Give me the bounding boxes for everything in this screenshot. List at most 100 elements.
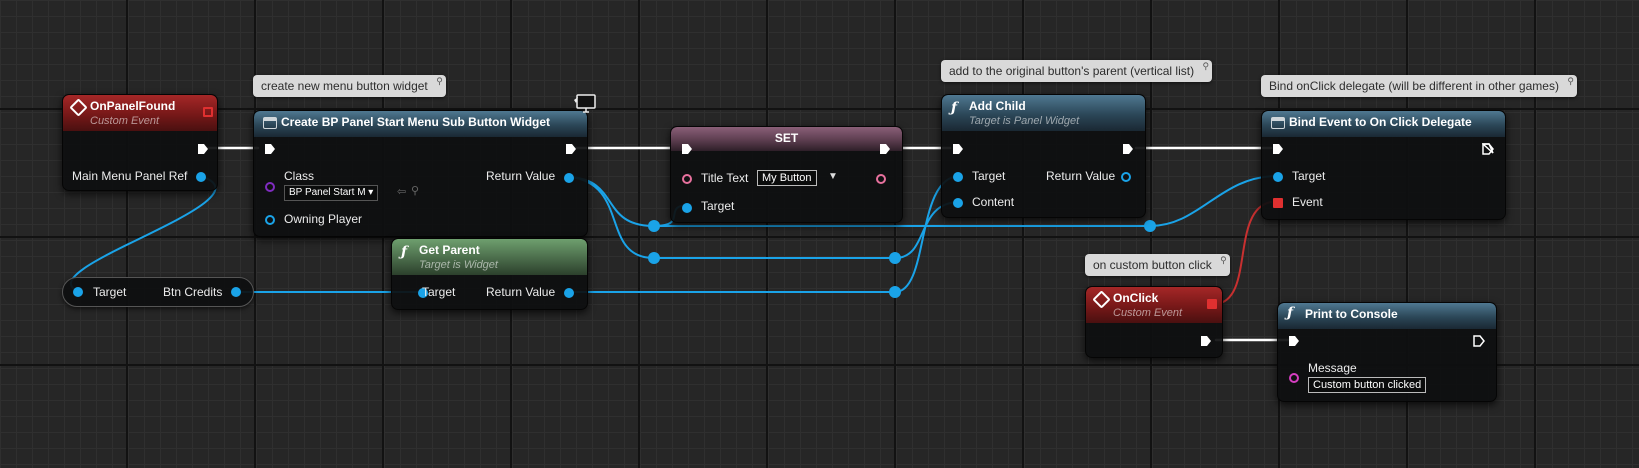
- node-header[interactable]: OnPanelFound Custom Event: [63, 95, 217, 131]
- pin-label: Target: [972, 169, 1006, 183]
- pin-label: Btn Credits: [163, 285, 223, 299]
- node-header[interactable]: Create BP Panel Start Menu Sub Button Wi…: [254, 111, 587, 137]
- node-title: Get Parent: [419, 243, 480, 257]
- node-header[interactable]: SET: [671, 127, 902, 151]
- object-input-pin[interactable]: [953, 198, 963, 208]
- node-header[interactable]: Bind Event to On Click Delegate: [1262, 111, 1505, 137]
- browse-arrow-icon[interactable]: ⇦: [397, 185, 406, 198]
- pin-label: Target: [701, 199, 735, 213]
- node-on-click[interactable]: OnClick Custom Event: [1085, 286, 1223, 358]
- class-input-pin[interactable]: [265, 182, 275, 192]
- reroute-knot: [889, 286, 901, 298]
- pin-label: Title Text: [701, 171, 749, 185]
- object-input-pin[interactable]: [682, 203, 692, 213]
- function-icon: ƒ: [1287, 305, 1294, 321]
- class-value: BP Panel Start M: [289, 187, 366, 198]
- text-input-pin[interactable]: [682, 174, 692, 184]
- string-input-pin[interactable]: [1289, 373, 1299, 383]
- exec-input-pin[interactable]: [264, 143, 276, 155]
- pin-label: Main Menu Panel Ref: [72, 169, 188, 183]
- reroute-knot: [889, 252, 901, 264]
- node-title: Bind Event to On Click Delegate: [1289, 115, 1472, 129]
- pin-comment-icon[interactable]: ⚲: [436, 76, 443, 87]
- object-output-pin[interactable]: [231, 287, 241, 297]
- comment-bubble[interactable]: Bind onClick delegate (will be different…: [1261, 75, 1577, 97]
- node-subtitle: Target is Panel Widget: [969, 115, 1080, 127]
- object-output-pin[interactable]: [564, 173, 574, 183]
- comment-text: add to the original button's parent (ver…: [949, 64, 1195, 78]
- pin-label: Return Value: [1046, 169, 1116, 183]
- function-icon: ƒ: [951, 100, 958, 116]
- pin-label: Class: [284, 169, 315, 183]
- exec-input-pin[interactable]: [681, 143, 693, 155]
- node-print-to-console[interactable]: ƒ Print to Console Message Custom button…: [1277, 302, 1497, 402]
- node-get-parent[interactable]: ƒ Get Parent Target is Widget Target Ret…: [391, 238, 588, 310]
- exec-output-pin[interactable]: [1200, 335, 1212, 347]
- pin-label: Target: [93, 285, 127, 299]
- node-on-panel-found[interactable]: OnPanelFound Custom Event Main Menu Pane…: [62, 94, 218, 191]
- node-header[interactable]: ƒ Get Parent Target is Widget: [392, 239, 587, 275]
- exec-input-pin[interactable]: [952, 143, 964, 155]
- node-add-child[interactable]: ƒ Add Child Target is Panel Widget Targe…: [941, 94, 1146, 218]
- node-header[interactable]: ƒ Print to Console: [1278, 303, 1496, 329]
- exec-input-pin[interactable]: [1288, 335, 1300, 347]
- node-subtitle: Target is Widget: [419, 259, 498, 271]
- comment-bubble[interactable]: create new menu button widget ⚲: [253, 75, 446, 97]
- node-title: Create BP Panel Start Menu Sub Button Wi…: [281, 115, 551, 129]
- title-text-field[interactable]: My Button: [757, 170, 817, 186]
- class-dropdown[interactable]: BP Panel Start M ▾: [284, 185, 379, 201]
- message-field[interactable]: Custom button clicked: [1308, 377, 1427, 393]
- node-title: Print to Console: [1305, 307, 1398, 321]
- comment-bubble[interactable]: add to the original button's parent (ver…: [941, 60, 1213, 82]
- reroute-knot: [648, 252, 660, 264]
- node-subtitle: Custom Event: [1113, 307, 1183, 319]
- exec-output-pin[interactable]: [1122, 143, 1134, 155]
- exec-output-pin[interactable]: [565, 143, 577, 155]
- pin-label: Target: [1292, 169, 1326, 183]
- object-input-pin[interactable]: [1273, 172, 1283, 182]
- delegate-output-pin[interactable]: [203, 107, 213, 117]
- exec-output-pin[interactable]: [879, 143, 891, 155]
- pin-label: Target: [422, 285, 456, 299]
- node-set[interactable]: SET Title Text My Button ▼ Target: [670, 126, 903, 223]
- comment-text: on custom button click: [1093, 258, 1212, 272]
- pin-label: Message: [1308, 361, 1357, 375]
- comment-bubble[interactable]: on custom button click ⚲: [1085, 254, 1230, 276]
- search-icon[interactable]: ⚲: [411, 184, 419, 197]
- exec-output-pin[interactable]: [1473, 335, 1485, 347]
- reroute-knot: [1144, 220, 1156, 232]
- run-on-client-monitor-icon: [574, 94, 596, 113]
- pin-label: Event: [1292, 195, 1323, 209]
- object-output-pin[interactable]: [1121, 172, 1131, 182]
- object-input-pin[interactable]: [953, 172, 963, 182]
- exec-output-pin[interactable]: [1482, 143, 1494, 155]
- event-diamond-icon: [69, 98, 88, 117]
- node-title: SET: [774, 131, 799, 145]
- pin-label: Return Value: [486, 169, 556, 183]
- pin-comment-icon[interactable]: ⚲: [1203, 61, 1210, 72]
- node-header[interactable]: OnClick Custom Event: [1086, 287, 1222, 323]
- exec-input-pin[interactable]: [1272, 143, 1284, 155]
- object-wire: [69, 175, 217, 293]
- pin-comment-icon[interactable]: ⚲: [1567, 76, 1574, 87]
- exec-output-pin[interactable]: [197, 143, 209, 155]
- object-output-pin[interactable]: [196, 172, 206, 182]
- widget-class-icon: [1271, 117, 1285, 129]
- delegate-output-pin[interactable]: [1207, 299, 1217, 309]
- comment-text: create new menu button widget: [261, 79, 428, 93]
- comment-text: Bind onClick delegate (will be different…: [1269, 79, 1559, 93]
- object-input-pin[interactable]: [73, 287, 83, 297]
- node-bind-event[interactable]: Bind Event to On Click Delegate Target E…: [1261, 110, 1506, 220]
- text-output-pin[interactable]: [876, 174, 886, 184]
- pin-label: Content: [972, 195, 1015, 209]
- pin-comment-icon[interactable]: ⚲: [1220, 255, 1227, 266]
- node-create-widget[interactable]: Create BP Panel Start Menu Sub Button Wi…: [253, 110, 588, 237]
- node-btn-credits[interactable]: Target Btn Credits: [62, 277, 254, 307]
- widget-class-icon: [263, 117, 277, 129]
- node-header[interactable]: ƒ Add Child Target is Panel Widget: [942, 95, 1145, 131]
- object-input-pin[interactable]: [265, 215, 275, 225]
- chevron-down-icon[interactable]: ▼: [828, 171, 838, 182]
- function-icon: ƒ: [401, 244, 408, 260]
- object-output-pin[interactable]: [564, 288, 574, 298]
- delegate-input-pin[interactable]: [1273, 198, 1283, 208]
